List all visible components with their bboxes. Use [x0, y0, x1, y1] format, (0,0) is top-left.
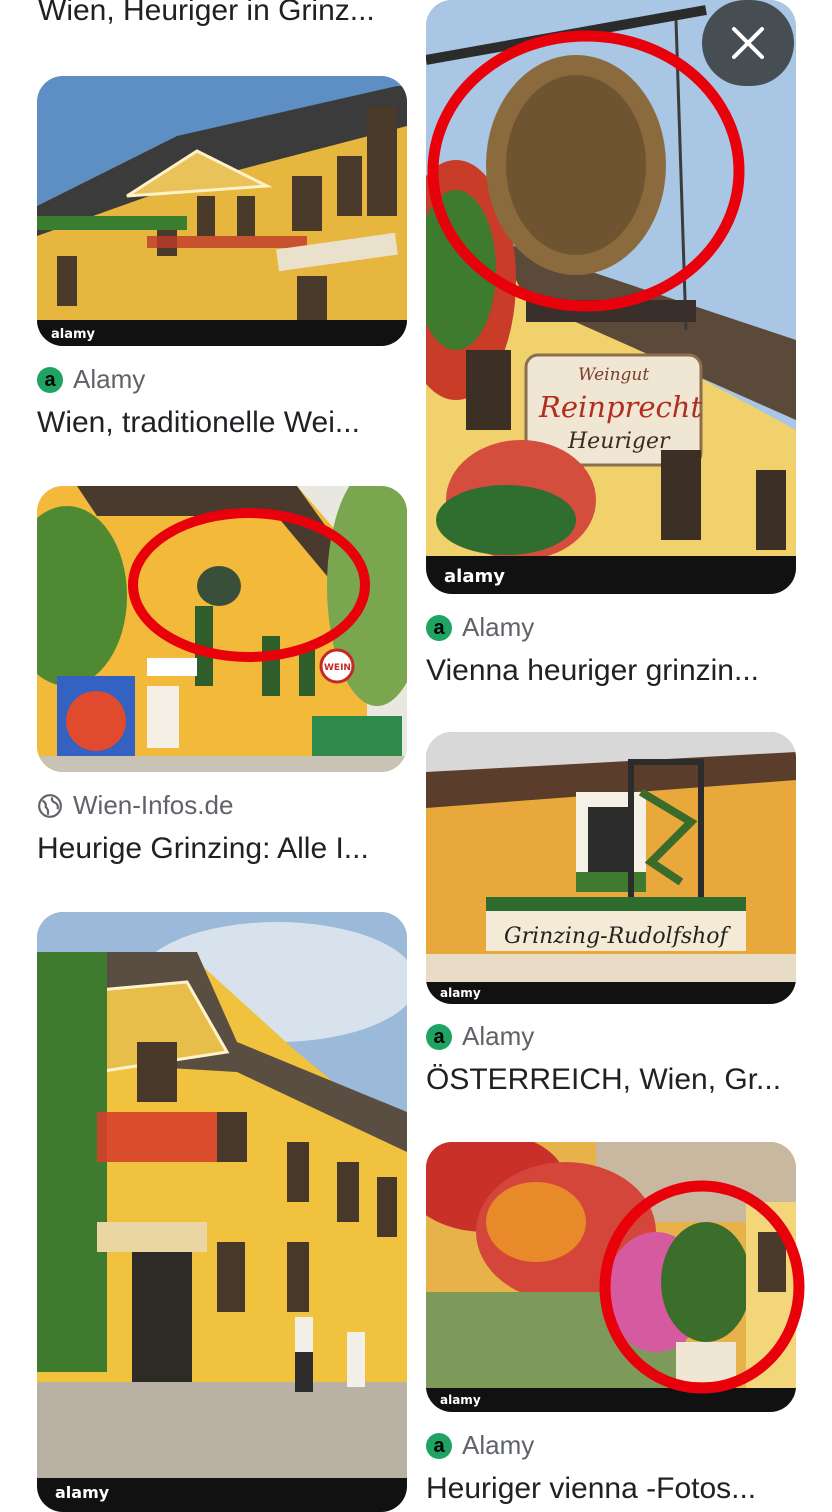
result-image-1[interactable]: alamy: [37, 76, 407, 346]
result-image-3[interactable]: alamy: [37, 912, 407, 1512]
result-source-6[interactable]: a Alamy: [426, 1430, 534, 1461]
result-source-5[interactable]: a Alamy: [426, 1021, 534, 1052]
alamy-watermark: alamy: [440, 1393, 481, 1407]
result-title-4[interactable]: Vienna heuriger grinzin...: [426, 654, 796, 688]
svg-text:Grinzing-Rudolfshof: Grinzing-Rudolfshof: [504, 924, 732, 949]
result-title-5[interactable]: ÖSTERREICH, Wien, Gr...: [426, 1063, 796, 1097]
source-label: Wien-Infos.de: [73, 790, 234, 820]
alamy-watermark: alamy: [55, 1483, 110, 1502]
alamy-watermark: alamy: [440, 986, 481, 1000]
result-title-2[interactable]: Wien, traditionelle Wei...: [37, 406, 407, 440]
source-label: Alamy: [462, 1430, 535, 1460]
result-source-3[interactable]: Wien-Infos.de: [37, 790, 233, 821]
source-label: Alamy: [462, 612, 535, 642]
close-button[interactable]: [702, 0, 794, 86]
alamy-logo-icon: a: [426, 1023, 452, 1050]
alamy-logo-icon: a: [426, 614, 452, 641]
result-title-6[interactable]: Heuriger vienna -Fotos...: [426, 1472, 796, 1506]
alamy-watermark: alamy: [51, 327, 96, 342]
result-source-2[interactable]: a Alamy: [37, 364, 145, 395]
globe-icon: [38, 793, 62, 818]
source-label: Alamy: [73, 364, 146, 394]
result-image-5[interactable]: Grinzing-Rudolfshof alamy: [426, 732, 796, 1004]
result-title-top[interactable]: Wien, Heuriger in Grinz...: [38, 0, 398, 28]
result-image-2[interactable]: WEIN: [37, 486, 407, 772]
highlight-circle: [599, 1180, 805, 1394]
alamy-logo-icon: a: [426, 1432, 452, 1459]
source-label: Alamy: [462, 1021, 535, 1051]
result-title-3[interactable]: Heurige Grinzing: Alle I...: [37, 832, 407, 866]
result-source-4[interactable]: a Alamy: [426, 612, 534, 643]
result-image-4[interactable]: Weingut Reinprecht Heuriger alamy: [426, 0, 796, 594]
close-icon: [732, 27, 764, 59]
alamy-logo-icon: a: [37, 366, 63, 393]
